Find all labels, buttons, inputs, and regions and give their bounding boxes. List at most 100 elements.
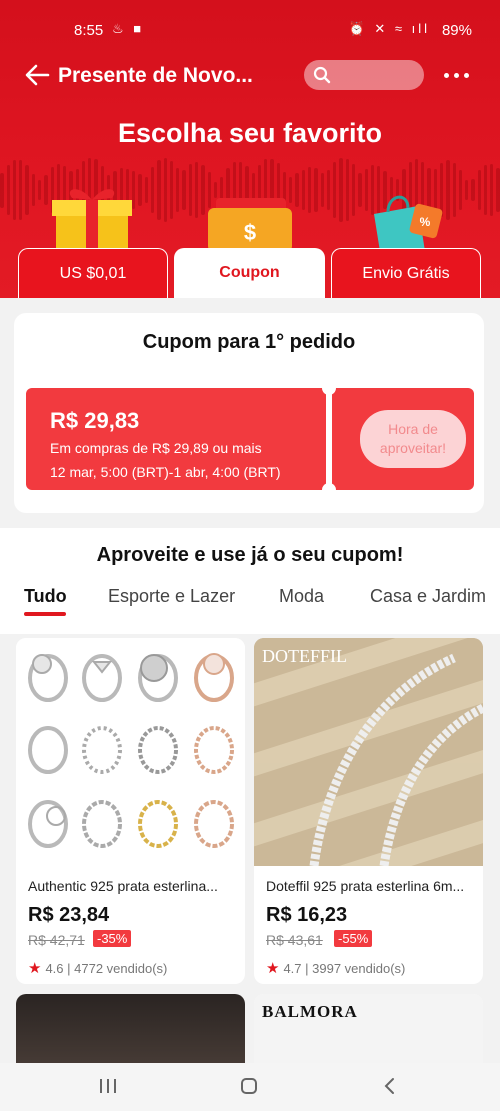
use-coupon-line1: Hora de bbox=[388, 421, 438, 437]
recent-apps-icon bbox=[100, 1079, 116, 1093]
tab-coupon[interactable]: Coupon bbox=[174, 248, 325, 298]
wave-bar bbox=[157, 160, 161, 220]
recent-apps-button[interactable] bbox=[88, 1071, 128, 1101]
wave-bar bbox=[176, 168, 180, 212]
product-name: Authentic 925 prata esterlina... bbox=[28, 878, 218, 894]
wave-bar bbox=[339, 157, 343, 223]
product-card[interactable]: Authentic 925 prata esterlina... R$ 23,8… bbox=[16, 638, 245, 984]
coupon-icon: $ bbox=[208, 198, 292, 252]
battery-level: 89% bbox=[441, 22, 472, 39]
home-button[interactable] bbox=[229, 1071, 269, 1101]
discount-badge: -55% bbox=[334, 930, 373, 947]
back-nav-button[interactable] bbox=[370, 1071, 410, 1101]
wave-bar bbox=[452, 162, 456, 218]
wave-bar bbox=[446, 160, 450, 220]
wave-bar bbox=[320, 173, 324, 207]
coupon-condition: Em compras de R$ 29,89 ou mais bbox=[50, 440, 262, 456]
top-bar: Presente de Novo... bbox=[0, 56, 500, 96]
tab-label: Coupon bbox=[219, 264, 280, 281]
system-nav-bar bbox=[0, 1063, 500, 1111]
wave-bar bbox=[12, 160, 17, 220]
tab-label: Envio Grátis bbox=[362, 265, 450, 282]
use-coupon-line2: aproveitar! bbox=[379, 440, 447, 456]
rating-text: 4.6 | 4772 vendido(s) bbox=[45, 961, 168, 976]
tab-us-001[interactable]: US $0,01 bbox=[18, 248, 168, 298]
ticket-notch bbox=[322, 483, 336, 493]
coupon-validity: 12 mar, 5:00 (BRT)-1 abr, 4:00 (BRT) bbox=[50, 464, 281, 480]
product-old-price: R$ 43,61 bbox=[266, 932, 323, 948]
product-card[interactable]: DOTEFFIL Doteffil 925 prata esterlina 6m… bbox=[254, 638, 483, 984]
product-price: R$ 16,23 bbox=[266, 904, 348, 926]
star-icon: ★ bbox=[28, 960, 42, 977]
coupon-ticket[interactable]: R$ 29,83 Em compras de R$ 29,89 ou mais … bbox=[26, 385, 486, 493]
wave-bar bbox=[496, 167, 500, 213]
wave-bar bbox=[308, 167, 312, 213]
wave-bar bbox=[182, 169, 186, 211]
hero-header: 8:55 ♨ ■ ⏰ ✕ ≈ ıll 89% Presente de Novo.… bbox=[0, 0, 500, 298]
wave-bar bbox=[465, 179, 469, 201]
wave-bar bbox=[31, 174, 35, 206]
category-tab-casa[interactable]: Casa e Jardim bbox=[370, 586, 486, 607]
chevron-left-icon bbox=[384, 1078, 394, 1094]
product-image: DOTEFFIL bbox=[254, 638, 483, 866]
products-section-title: Aproveite e use já o seu cupom! bbox=[96, 544, 404, 566]
products-section: Aproveite e use já o seu cupom! Tudo Esp… bbox=[0, 528, 500, 1074]
coupon-card: Cupom para 1° pedido R$ 29,83 Em compras… bbox=[14, 313, 484, 513]
product-card[interactable] bbox=[16, 994, 245, 1074]
wave-bar bbox=[194, 162, 199, 218]
wave-bar bbox=[0, 172, 4, 208]
more-options-button[interactable] bbox=[438, 60, 474, 90]
wave-bar bbox=[37, 180, 42, 200]
category-tab-moda[interactable]: Moda bbox=[279, 586, 324, 607]
active-tab-indicator bbox=[24, 612, 66, 616]
wave-bar bbox=[144, 176, 148, 204]
wave-bar bbox=[151, 167, 155, 213]
wave-bar bbox=[19, 160, 23, 220]
svg-text:$: $ bbox=[244, 220, 256, 245]
product-image: BALMORA bbox=[254, 994, 483, 1074]
back-button[interactable] bbox=[22, 60, 52, 90]
product-rating: ★ 4.7 | 3997 vendido(s) bbox=[266, 959, 405, 977]
rating-text: 4.7 | 3997 vendido(s) bbox=[283, 961, 406, 976]
svg-text:%: % bbox=[420, 215, 431, 229]
wave-bar bbox=[333, 161, 337, 219]
wave-bar bbox=[44, 174, 48, 206]
chain-necklace-image: DOTEFFIL bbox=[254, 638, 483, 866]
status-bar: 8:55 ♨ ■ ⏰ ✕ ≈ ıll 89% bbox=[0, 18, 500, 46]
home-icon bbox=[241, 1078, 257, 1094]
product-rating: ★ 4.6 | 4772 vendido(s) bbox=[28, 959, 167, 977]
category-tab-esporte[interactable]: Esporte e Lazer bbox=[108, 586, 235, 607]
products-header: Aproveite e use já o seu cupom! Tudo Esp… bbox=[0, 528, 500, 634]
wave-bar bbox=[477, 170, 481, 210]
product-card[interactable]: BALMORA bbox=[254, 994, 483, 1074]
wave-bar bbox=[138, 174, 142, 206]
tab-free-shipping[interactable]: Envio Grátis bbox=[331, 248, 481, 298]
coupon-amount: R$ 29,83 bbox=[50, 408, 140, 433]
brand-watermark: BALMORA bbox=[262, 1002, 358, 1021]
wave-bar bbox=[188, 164, 192, 216]
dot-icon bbox=[443, 72, 449, 78]
use-coupon-button[interactable]: Hora de aproveitar! bbox=[360, 410, 466, 468]
search-icon bbox=[313, 66, 331, 84]
product-price: R$ 23,84 bbox=[28, 904, 110, 926]
system-icons: ⏰ ✕ ≈ ıll bbox=[348, 21, 430, 36]
wave-bar bbox=[471, 178, 475, 202]
wave-bar bbox=[326, 169, 331, 211]
search-input[interactable] bbox=[304, 60, 424, 90]
tab-label: US $0,01 bbox=[59, 265, 127, 282]
wave-bar bbox=[352, 164, 356, 216]
product-name: Doteffil 925 prata esterlina 6m... bbox=[266, 878, 465, 894]
wave-bar bbox=[169, 161, 174, 219]
category-tab-tudo[interactable]: Tudo bbox=[24, 586, 67, 607]
product-image bbox=[16, 638, 245, 866]
dot-icon bbox=[463, 72, 469, 78]
wave-bar bbox=[314, 168, 318, 212]
wave-bar bbox=[483, 164, 488, 216]
status-time: 8:55 bbox=[74, 22, 104, 39]
discount-badge: -35% bbox=[93, 930, 132, 947]
wave-bar bbox=[6, 164, 10, 215]
page-title: Presente de Novo... bbox=[58, 64, 253, 87]
wave-bar bbox=[490, 164, 494, 216]
wave-bar bbox=[25, 165, 29, 215]
arrow-left-icon bbox=[25, 64, 50, 86]
